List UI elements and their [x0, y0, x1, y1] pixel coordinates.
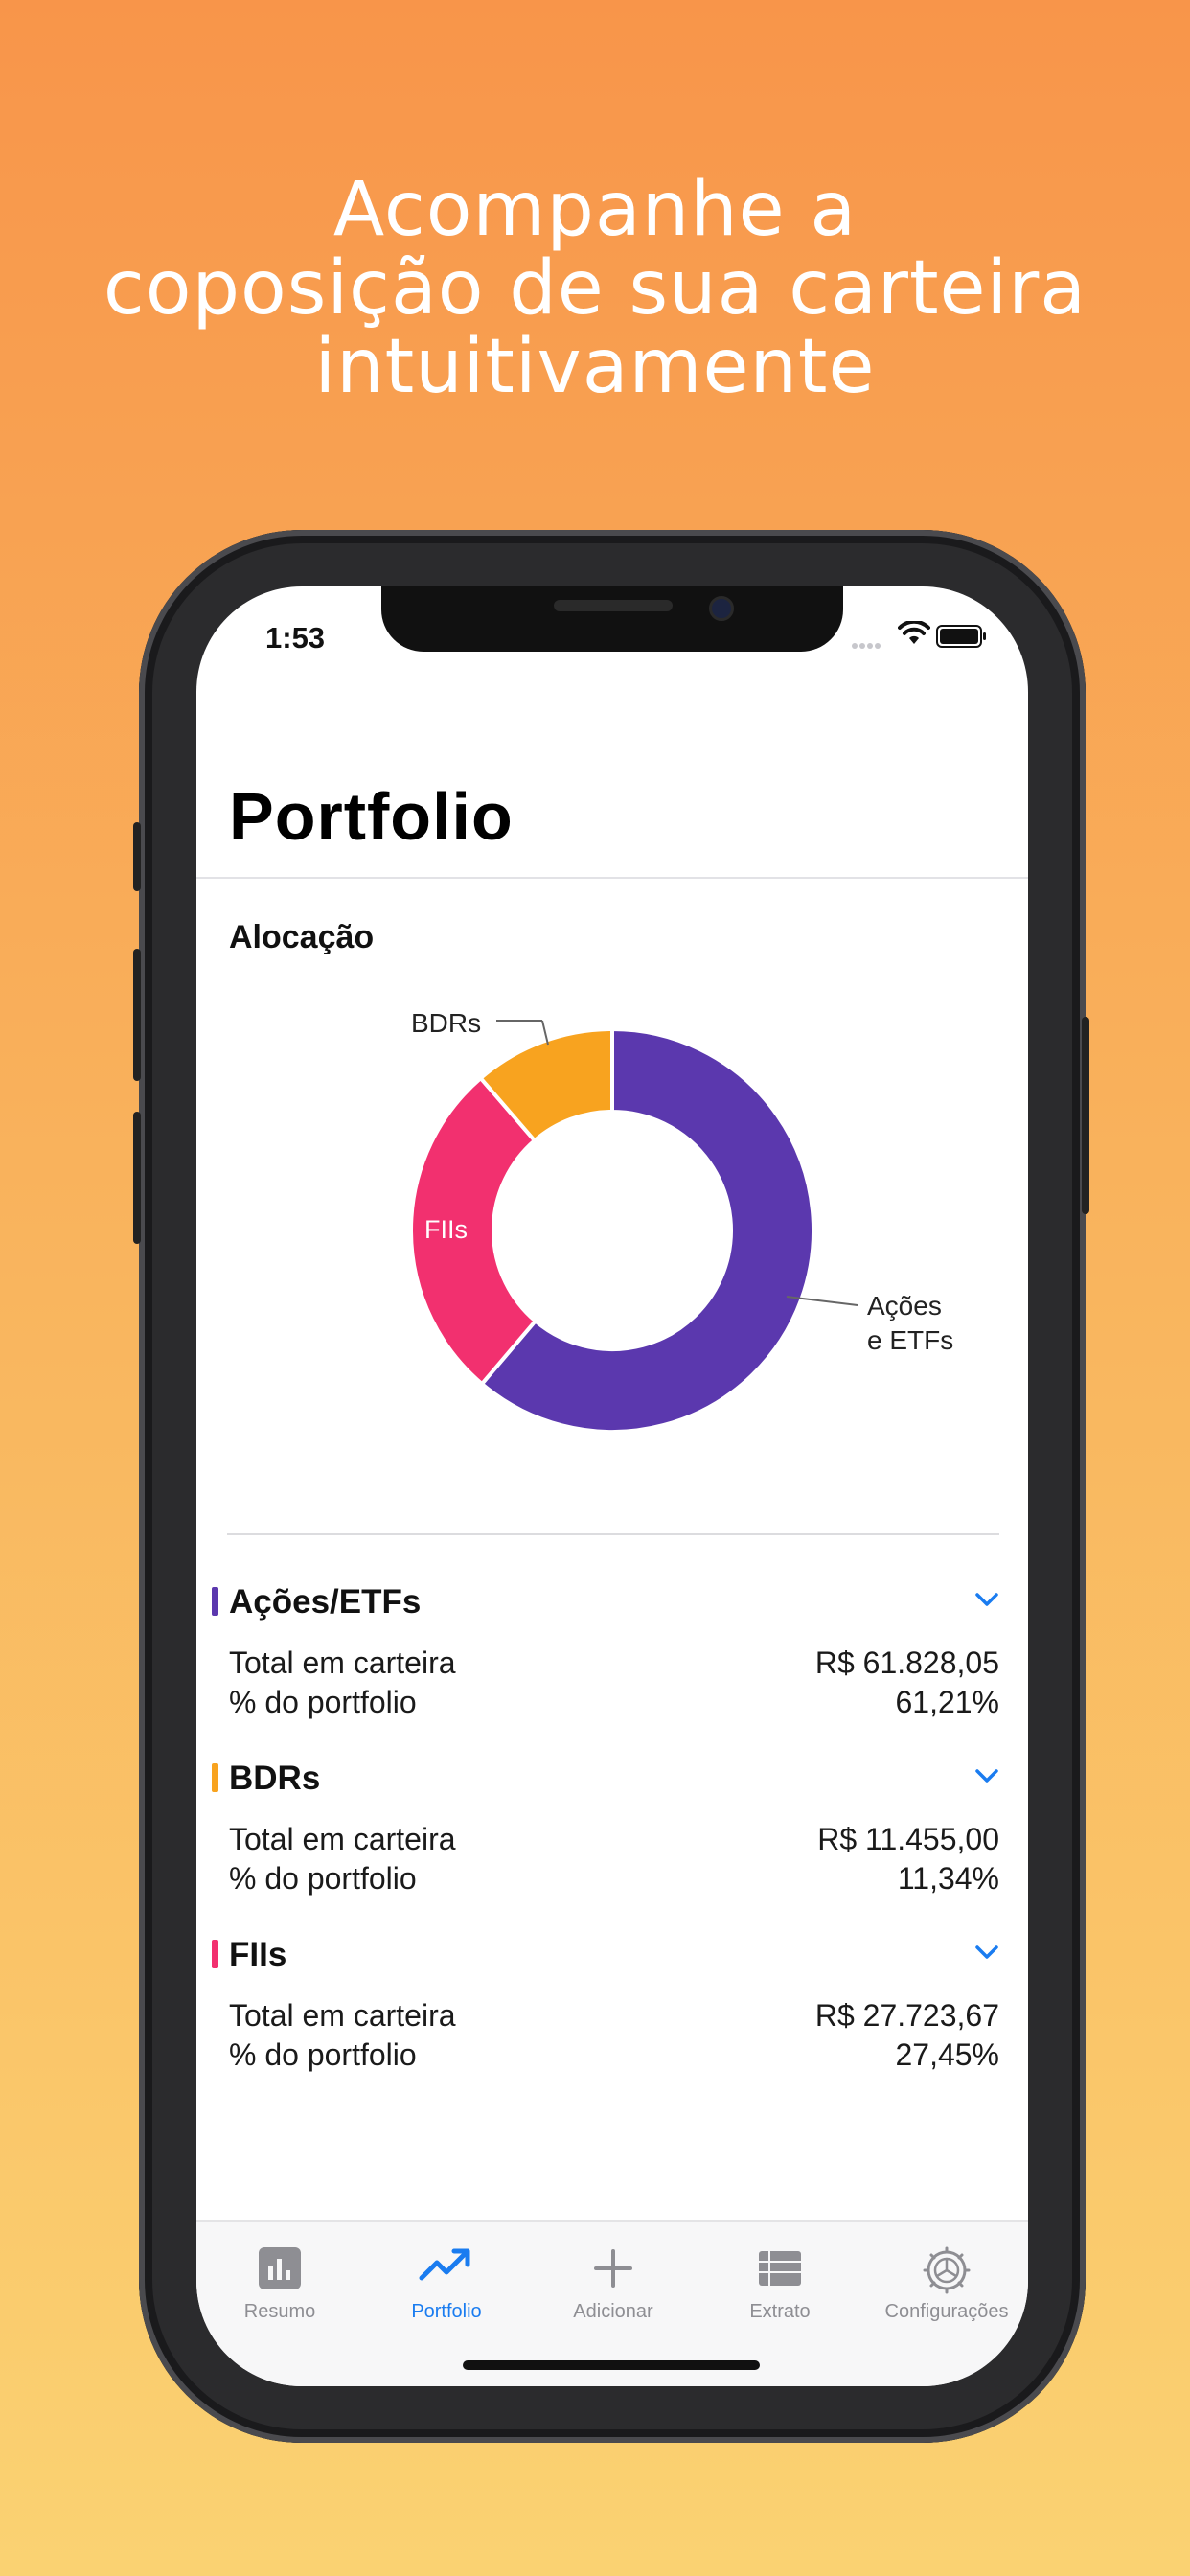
trending-up-icon [419, 2248, 470, 2281]
tab-label: Configurações [884, 2301, 1009, 2322]
percent-value: 61,21% [895, 1685, 999, 1719]
total-value: R$ 11.455,00 [817, 1822, 999, 1856]
tab-label: Resumo [243, 2301, 316, 2322]
total-label: Total em carteira [229, 1822, 456, 1856]
group-name: BDRs [229, 1760, 321, 1797]
chart-label-acoes-2: e ETFs [867, 1325, 953, 1355]
total-label: Total em carteira [229, 1645, 456, 1680]
percent-label: % do portfolio [229, 2037, 417, 2072]
group-color-bar [212, 1587, 218, 1616]
tab-portfolio[interactable]: Portfolio [363, 2222, 530, 2337]
tab-adicionar[interactable]: Adicionar [530, 2222, 697, 2337]
group-color-bar [212, 1940, 218, 1968]
percent-value: 27,45% [895, 2037, 999, 2072]
percent-label: % do portfolio [229, 1685, 417, 1719]
home-indicator [463, 2360, 760, 2370]
gear-icon [923, 2246, 971, 2294]
headline-line-2: coposição de sua carteira [103, 245, 1087, 332]
group-name: Ações/ETFs [229, 1583, 422, 1621]
chart-bar-icon [259, 2247, 301, 2289]
tab-configuracoes[interactable]: Configurações [863, 2222, 1028, 2337]
tab-resumo[interactable]: Resumo [196, 2222, 363, 2337]
tab-label: Adicionar [573, 2301, 653, 2322]
percent-label: % do portfolio [229, 1861, 417, 1896]
total-value: R$ 27.723,67 [814, 1998, 999, 2033]
total-label: Total em carteira [229, 1998, 456, 2033]
group-name: FIIs [229, 1936, 287, 1973]
chevron-down-icon[interactable] [974, 1767, 999, 1784]
percent-value: 11,34% [897, 1861, 999, 1896]
list-icon [759, 2251, 801, 2286]
headline: Acompanhe a coposição de sua carteira in… [0, 171, 1190, 406]
plus-icon [594, 2249, 632, 2288]
chevron-down-icon[interactable] [974, 1944, 999, 1961]
headline-line-1: Acompanhe a [332, 167, 858, 253]
chart-label-fiis: FIIs [424, 1215, 468, 1244]
chart-label-bdrs: BDRs [411, 1008, 481, 1038]
group-color-bar [212, 1763, 218, 1792]
tab-label: Portfolio [411, 2301, 482, 2322]
tab-label: Extrato [749, 2301, 811, 2322]
tab-extrato[interactable]: Extrato [697, 2222, 863, 2337]
allocation-donut-chart: BDRs FIIs Ações e ETFs [409, 1008, 953, 1434]
chart-label-acoes-1: Ações [867, 1291, 942, 1321]
chevron-down-icon[interactable] [974, 1591, 999, 1608]
headline-line-3: intuitivamente [314, 324, 876, 410]
total-value: R$ 61.828,05 [814, 1645, 999, 1680]
chart-divider [227, 1533, 999, 1535]
app-screen: 1:53 Portfolio Alocação BDRs FIIs Ações … [196, 586, 1028, 2386]
